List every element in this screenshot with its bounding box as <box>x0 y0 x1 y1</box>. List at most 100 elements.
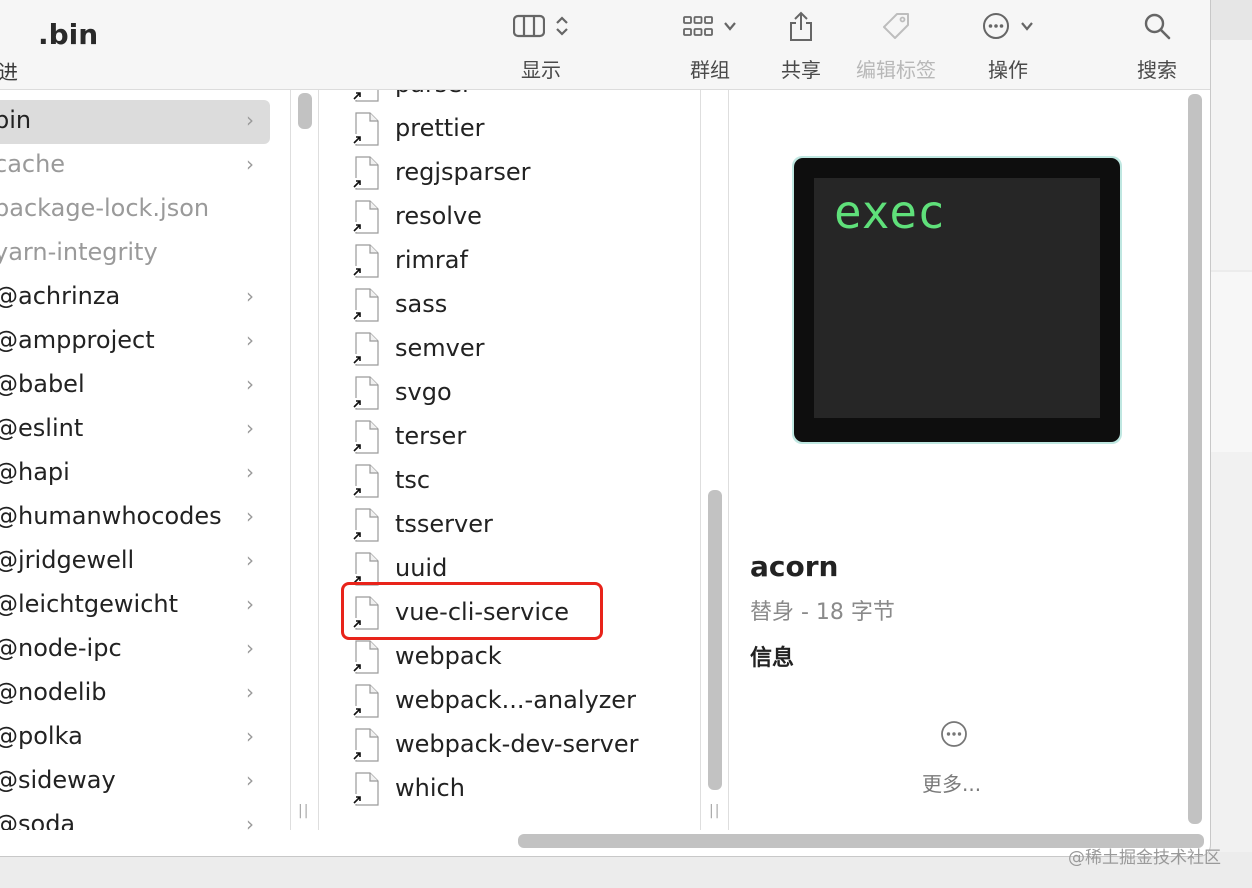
group-button[interactable]: 群组 <box>672 8 748 86</box>
alias-file-icon <box>352 376 379 410</box>
chevron-right-icon: › <box>246 680 254 704</box>
chevron-right-icon: › <box>246 504 254 528</box>
alias-file-icon <box>352 552 379 586</box>
file-row[interactable]: semver <box>350 328 690 372</box>
sidebar-item[interactable]: @node-ipc › <box>0 628 270 672</box>
group-label: 群组 <box>690 58 730 82</box>
column-divider <box>728 90 729 830</box>
edit-tags-button[interactable]: 编辑标签 <box>848 8 944 86</box>
sidebar-item-label: @babel <box>0 370 85 398</box>
display-button[interactable]: 显示 <box>500 8 582 86</box>
alias-file-icon <box>352 200 379 234</box>
sidebar-item[interactable]: @polka › <box>0 716 270 760</box>
preview-scrollbar[interactable] <box>1188 94 1202 824</box>
sidebar-item[interactable]: @babel › <box>0 364 270 408</box>
chevron-down-icon <box>724 22 736 31</box>
file-name: rimraf <box>395 246 468 274</box>
file-row[interactable]: webpack <box>350 636 690 680</box>
sidebar-item-label: package-lock.json <box>0 194 210 222</box>
column-resize-handle[interactable]: || <box>709 803 720 819</box>
file-row[interactable]: which <box>350 768 690 812</box>
file-row[interactable]: terser <box>350 416 690 460</box>
sidebar-item[interactable]: package-lock.json <box>0 188 270 232</box>
file-name: webpack <box>395 642 502 670</box>
highlight-annotation <box>341 582 603 640</box>
sidebar-item[interactable]: cache › <box>0 144 270 188</box>
file-name: resolve <box>395 202 482 230</box>
grid-icon <box>683 16 713 36</box>
file-row[interactable]: svgo <box>350 372 690 416</box>
file-row[interactable]: webpack...-analyzer <box>350 680 690 724</box>
file-row[interactable]: prettier <box>350 108 690 152</box>
chevron-updown-icon <box>556 16 568 36</box>
file-row[interactable]: resolve <box>350 196 690 240</box>
info-heading: 信息 <box>750 646 795 671</box>
sidebar-item-label: @hapi <box>0 458 70 486</box>
file-name: svgo <box>395 378 452 406</box>
preview-file-name: acorn <box>750 550 839 583</box>
column-divider[interactable] <box>290 90 291 830</box>
watermark: @稀土掘金技术社区 <box>1068 848 1221 868</box>
file-name: which <box>395 774 465 802</box>
chevron-right-icon: › <box>246 108 254 132</box>
alias-file-icon <box>352 640 379 674</box>
sidebar-column[interactable]: bin › cache › package-lock.json yarn-integrit… <box>0 90 290 830</box>
more-button-label[interactable]: 更多... <box>922 768 981 797</box>
sidebar-item[interactable]: bin › <box>0 100 270 144</box>
sidebar-item[interactable]: @ampproject › <box>0 320 270 364</box>
file-name: webpack...-analyzer <box>395 686 636 714</box>
share-label: 共享 <box>781 58 821 82</box>
alias-file-icon <box>352 244 379 278</box>
edit-tags-label: 编辑标签 <box>856 58 936 82</box>
terminal-text: exec <box>834 185 945 239</box>
sidebar-item[interactable]: @sideway › <box>0 760 270 804</box>
alias-file-icon <box>352 90 379 102</box>
more-circle-icon[interactable] <box>940 720 968 748</box>
sidebar-item[interactable]: @soda › <box>0 804 270 830</box>
alias-file-icon <box>352 684 379 718</box>
file-row[interactable]: regjsparser <box>350 152 690 196</box>
column-resize-handle[interactable]: || <box>298 803 309 819</box>
sidebar-item[interactable]: @humanwhocodes › <box>0 496 270 540</box>
sidebar-item[interactable]: @achrinza › <box>0 276 270 320</box>
search-button[interactable]: 搜索 <box>1128 8 1186 86</box>
search-label: 搜索 <box>1137 58 1177 82</box>
sidebar-item[interactable]: @nodelib › <box>0 672 270 716</box>
file-row[interactable]: webpack-dev-server <box>350 724 690 768</box>
share-button[interactable]: 共享 <box>770 8 832 86</box>
file-row[interactable]: tsserver <box>350 504 690 548</box>
file-row[interactable]: tsc <box>350 460 690 504</box>
display-label: 显示 <box>521 58 561 82</box>
alias-file-icon <box>352 728 379 762</box>
chevron-right-icon: › <box>246 592 254 616</box>
sidebar-item[interactable]: yarn-integrity <box>0 232 270 276</box>
sidebar-item[interactable]: @jridgewell › <box>0 540 270 584</box>
alias-file-icon <box>352 464 379 498</box>
preview-pane: exec acorn 替身 - 18 字节 信息 更多... <box>730 90 1182 830</box>
sidebar-item-label: @ampproject <box>0 326 155 354</box>
alias-file-icon <box>352 508 379 542</box>
file-row[interactable]: sass <box>350 284 690 328</box>
file-list-column[interactable]: parser prettier regjsparser resolve rimraf sa… <box>320 90 700 830</box>
column-divider[interactable] <box>700 90 701 830</box>
sidebar-item-label: @achrinza <box>0 282 121 310</box>
file-name: semver <box>395 334 485 362</box>
alias-file-icon <box>352 112 379 146</box>
chevron-right-icon: › <box>246 284 254 308</box>
sidebar-item[interactable]: @hapi › <box>0 452 270 496</box>
file-list-scrollbar[interactable] <box>708 490 722 790</box>
file-row[interactable]: rimraf <box>350 240 690 284</box>
back-button-label[interactable]: 进 <box>0 56 18 85</box>
sidebar-item-label: @node-ipc <box>0 634 122 662</box>
chevron-right-icon: › <box>246 812 254 830</box>
preview-file-kind: 替身 - 18 字节 <box>750 600 895 625</box>
alias-file-icon <box>352 288 379 322</box>
sidebar-scrollbar[interactable] <box>298 93 312 129</box>
sidebar-item[interactable]: @eslint › <box>0 408 270 452</box>
sidebar-item[interactable]: @leichtgewicht › <box>0 584 270 628</box>
actions-button[interactable]: 操作 <box>975 8 1041 86</box>
sidebar-item-label: @sideway <box>0 766 116 794</box>
chevron-right-icon: › <box>246 724 254 748</box>
file-row[interactable]: parser <box>350 90 690 108</box>
alias-file-icon <box>352 772 379 806</box>
